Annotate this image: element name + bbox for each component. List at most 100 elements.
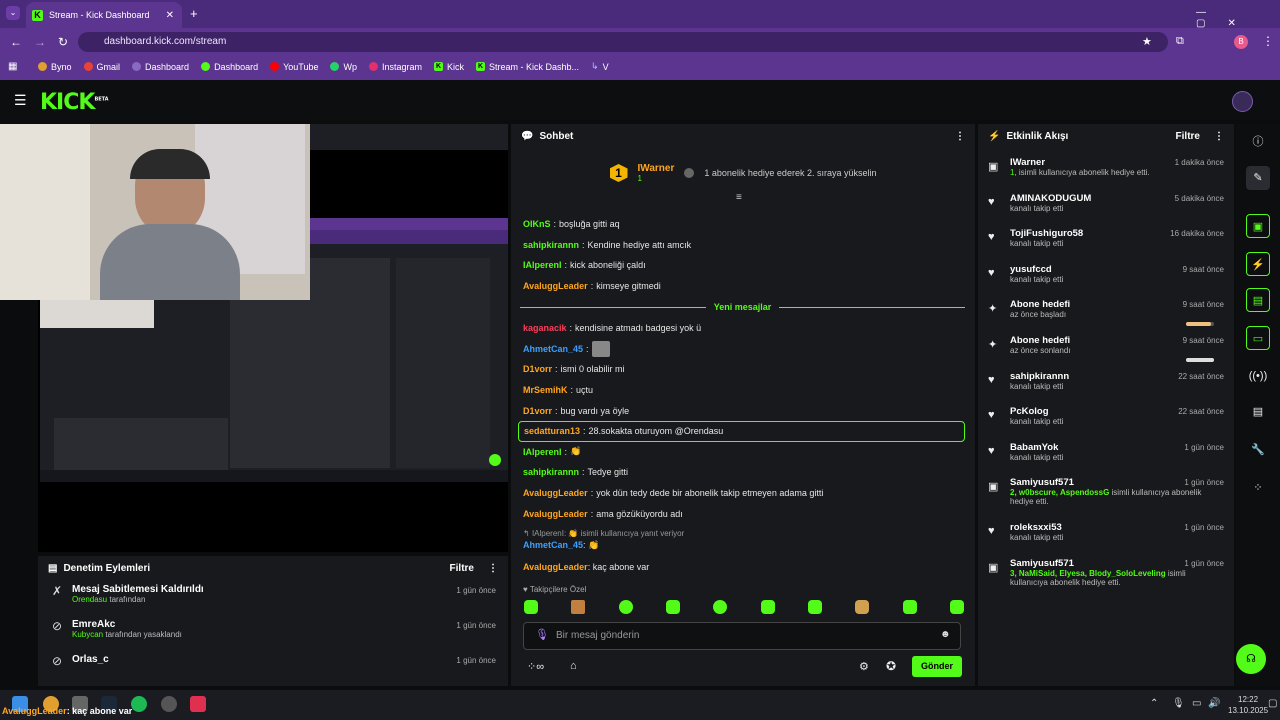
edit-pencil-icon[interactable]: ✎ bbox=[1246, 166, 1270, 190]
spotify-icon[interactable] bbox=[131, 696, 147, 712]
hamburger-menu-icon[interactable]: ☰ bbox=[14, 92, 27, 109]
layers-icon[interactable]: ▤ bbox=[1246, 400, 1270, 424]
info-icon[interactable]: ⓘ bbox=[1246, 130, 1270, 154]
chat-message[interactable]: AvaluggLeader: yok dün tedy dede bir abo… bbox=[511, 483, 975, 504]
activity-item[interactable]: ♥ yusufccd kanalı takip etti 9 saat önce bbox=[978, 261, 1234, 297]
bookmark-youtube[interactable]: YouTube bbox=[270, 62, 318, 72]
microphone-icon[interactable]: 🎙 bbox=[535, 628, 549, 641]
activity-item[interactable]: ♥ PcKolog kanalı takip etti 22 saat önce bbox=[978, 403, 1234, 439]
settings-gear-icon[interactable]: ⚙ bbox=[859, 660, 869, 673]
activity-filter-button[interactable]: Filtre bbox=[1176, 131, 1200, 142]
notification-icon[interactable]: ▢ bbox=[1268, 698, 1277, 709]
reload-icon[interactable]: ↻ bbox=[58, 35, 68, 49]
apps-icon[interactable]: ⁘ bbox=[1246, 476, 1270, 500]
send-button[interactable]: Gönder bbox=[912, 656, 962, 677]
broadcast-icon[interactable]: ((•)) bbox=[1246, 364, 1270, 388]
moderator-icon[interactable]: ✪ bbox=[886, 659, 896, 673]
chat-message[interactable]: AvaluggLeader: kaç abone var bbox=[523, 562, 649, 572]
new-tab-icon[interactable]: + bbox=[190, 6, 198, 21]
chat-tool-icon[interactable]: ▭ bbox=[1246, 326, 1270, 350]
extensions-icon[interactable]: ⧉ bbox=[1176, 35, 1184, 48]
microphone-tray-icon[interactable]: 🎙 bbox=[1172, 698, 1185, 709]
bookmark-star-icon[interactable]: ★ bbox=[1142, 35, 1152, 48]
mod-event[interactable]: ⊘ EmreAkc Kubycan tarafından yasaklandı … bbox=[38, 615, 508, 650]
browser-tab[interactable]: K Stream - Kick Dashboard ✕ bbox=[26, 2, 182, 28]
tab-search-icon[interactable]: ⌄ bbox=[6, 6, 20, 20]
emote-icon[interactable] bbox=[665, 600, 680, 614]
chat-message[interactable]: D1vorr: bug vardı ya öyle bbox=[511, 400, 975, 421]
activity-item[interactable]: ♥ roleksxxi53 kanalı takip etti 1 gün önce bbox=[978, 519, 1234, 555]
chat-menu-icon[interactable]: ⋮ bbox=[955, 131, 965, 142]
browser-menu-icon[interactable]: ⋮ bbox=[1262, 34, 1274, 48]
emote-icon[interactable] bbox=[524, 600, 538, 614]
chat-message[interactable]: sahipkirannn: Kendine hediye attı amcık bbox=[511, 235, 975, 256]
activity-item[interactable]: ✦ Abone hedefi az önce başladı 9 saat önce bbox=[978, 296, 1234, 332]
bookmark-stream[interactable]: K Stream - Kick Dashb... bbox=[476, 62, 579, 72]
activity-item[interactable]: ♥ TojiFushiguro58 kanalı takip etti 16 daki… bbox=[978, 225, 1234, 261]
activity-item[interactable]: ▣ IWarner 1, isimli kullanıcıya abonelik h… bbox=[978, 154, 1234, 190]
activity-item[interactable]: ♥ sahipkirannn kanalı takip etti 22 saat ön… bbox=[978, 368, 1234, 404]
scroll-down-icon[interactable]: ≡ bbox=[736, 192, 742, 203]
bookmark-dashboard-1[interactable]: Dashboard bbox=[132, 62, 189, 72]
chat-message[interactable]: IAlperenI: kick aboneliği çaldı bbox=[511, 255, 975, 276]
valorant-icon[interactable] bbox=[190, 696, 206, 712]
bookmark-gmail[interactable]: Gmail bbox=[83, 62, 120, 72]
mod-filter-button[interactable]: Filtre bbox=[450, 563, 474, 574]
activity-item[interactable]: ♥ AMINAKODUGUM kanalı takip etti 5 dakika ö… bbox=[978, 190, 1234, 226]
apps-grid-icon[interactable]: ▦ bbox=[8, 61, 17, 72]
activity-item[interactable]: ▣ Samiyusuf571 2, w0bscure, AspendossG isi… bbox=[978, 474, 1234, 519]
chat-message-reply[interactable]: AhmetCan_45: 👏 bbox=[523, 540, 599, 551]
bookmark-byno[interactable]: Byno bbox=[38, 62, 72, 72]
activity-item[interactable]: ✦ Abone hedefi az önce sonlandı 9 saat önce bbox=[978, 332, 1234, 368]
url-field[interactable]: dashboard.kick.com/stream bbox=[78, 32, 1168, 52]
clock[interactable]: 12:22 13.10.2025 bbox=[1228, 694, 1268, 716]
chat-message-highlighted[interactable]: sedatturan13: 28.sokakta oturuyom @Orend… bbox=[518, 420, 965, 442]
store-icon[interactable]: ⌂ bbox=[570, 660, 577, 672]
close-tab-icon[interactable]: ✕ bbox=[166, 10, 174, 21]
chat-message[interactable]: D1vorr: ismi 0 olabilir mi bbox=[511, 359, 975, 380]
chat-message[interactable]: OIKnS: boşluğa gitti aq bbox=[511, 214, 975, 235]
volume-icon[interactable]: 🔊 bbox=[1208, 698, 1220, 709]
chat-input[interactable]: Bir mesaj gönderin bbox=[523, 622, 961, 650]
emote-icon[interactable] bbox=[618, 600, 633, 614]
infinity-icon[interactable]: ⁘∞ bbox=[527, 660, 544, 673]
activity-item[interactable]: ♥ BabamYok kanalı takip etti 1 gün önce bbox=[978, 439, 1234, 475]
back-icon[interactable]: ← bbox=[10, 35, 22, 49]
emote-icon[interactable] bbox=[807, 600, 822, 614]
capture-icon[interactable]: ▣ bbox=[1246, 214, 1270, 238]
chat-message[interactable]: sahipkirannn: Tedye gitti bbox=[511, 462, 975, 483]
lightning-tool-icon[interactable]: ⚡ bbox=[1246, 252, 1270, 276]
obs-icon[interactable] bbox=[161, 696, 177, 712]
forward-icon[interactable]: → bbox=[34, 35, 46, 49]
bookmark-dashboard-2[interactable]: Dashboard bbox=[201, 62, 258, 72]
network-icon[interactable]: ▭ bbox=[1192, 698, 1201, 709]
activity-menu-icon[interactable]: ⋮ bbox=[1214, 131, 1224, 142]
bookmark-v[interactable]: ↳ V bbox=[591, 61, 609, 72]
chat-message[interactable]: AvaluggLeader: ama gözüküyordu adı bbox=[511, 503, 975, 524]
tray-chevron-icon[interactable]: ⌃ bbox=[1150, 698, 1158, 709]
user-avatar[interactable] bbox=[1232, 91, 1253, 112]
kick-logo[interactable]: KICKBETA bbox=[40, 90, 109, 115]
mod-event[interactable]: ✗ Mesaj Sabitlemesi Kaldırıldı Orendasu … bbox=[38, 580, 508, 615]
mod-menu-icon[interactable]: ⋮ bbox=[488, 563, 498, 574]
chat-message[interactable]: AhmetCan_45: bbox=[511, 339, 975, 360]
emote-icon[interactable] bbox=[571, 600, 586, 614]
bookmark-wp[interactable]: Wp bbox=[330, 62, 357, 72]
activity-item[interactable]: ▣ Samiyusuf571 3, NaMiSaid, Elyesa, Blody_… bbox=[978, 555, 1234, 600]
emote-icon[interactable] bbox=[855, 600, 870, 614]
chat-message[interactable]: AvaluggLeader: kimseye gitmedi bbox=[511, 276, 975, 297]
wrench-icon[interactable]: 🔧 bbox=[1246, 438, 1270, 462]
chat-message[interactable]: IAlperenI: 👏 bbox=[511, 442, 975, 463]
emote-icon[interactable] bbox=[949, 600, 964, 614]
chat-message[interactable]: kaganacik: kendisine atmadı badgesi yok … bbox=[511, 318, 975, 339]
emote-icon[interactable] bbox=[713, 600, 728, 614]
emote-icon[interactable] bbox=[902, 600, 917, 614]
bookmark-instagram[interactable]: Instagram bbox=[368, 62, 422, 72]
emoji-icon[interactable]: ☻ bbox=[940, 629, 951, 640]
chat-message[interactable]: MrSemihK: uçtu bbox=[511, 380, 975, 401]
help-headset-icon[interactable]: ☊ bbox=[1236, 644, 1266, 674]
emote-icon[interactable] bbox=[760, 600, 775, 614]
document-tool-icon[interactable]: ▤ bbox=[1246, 288, 1270, 312]
mod-event[interactable]: ⊘ Orlas_c 1 gün önce bbox=[38, 650, 508, 685]
bookmark-kick[interactable]: K Kick bbox=[434, 62, 464, 72]
